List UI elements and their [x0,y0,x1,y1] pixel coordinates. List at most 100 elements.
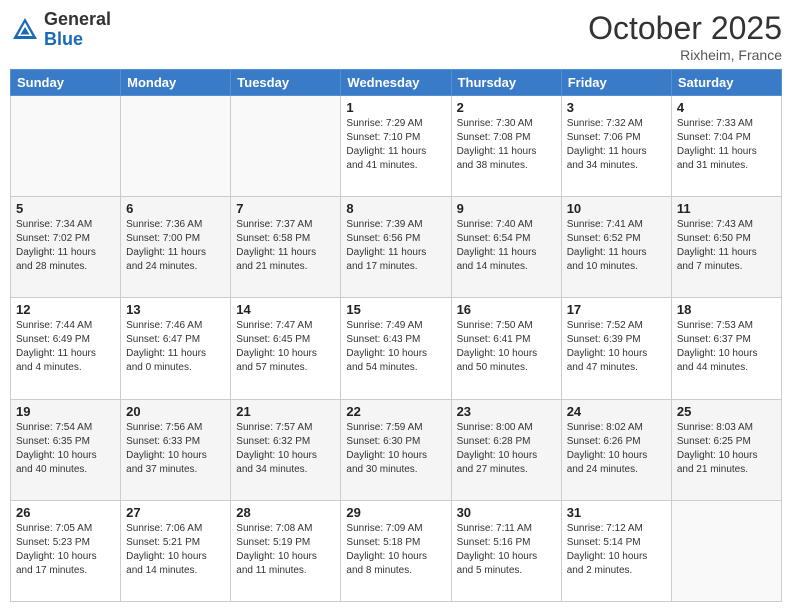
day-cell: 8 Sunrise: 7:39 AM Sunset: 6:56 PM Daylig… [341,197,451,298]
day-info: Sunrise: 7:36 AM Sunset: 7:00 PM Dayligh… [126,218,225,274]
day-info: Sunrise: 7:49 AM Sunset: 6:43 PM Dayligh… [346,319,445,375]
day-info: Sunrise: 7:12 AM Sunset: 5:14 PM Dayligh… [567,522,666,578]
day-cell: 4 Sunrise: 7:33 AM Sunset: 7:04 PM Daylig… [671,96,781,197]
logo-blue: Blue [44,29,83,49]
week-row-4: 19Sunrise: 7:54 AM Sunset: 6:35 PM Dayli… [11,399,782,500]
day-info: Sunrise: 7:08 AM Sunset: 5:19 PM Dayligh… [236,522,335,578]
day-info: Sunrise: 7:44 AM Sunset: 6:49 PM Dayligh… [16,319,115,375]
day-cell: 16 Sunrise: 7:50 AM Sunset: 6:41 PM Dayli… [451,298,561,399]
day-cell: 1Sunrise: 7:29 AM Sunset: 7:10 PM Daylig… [341,96,451,197]
week-row-5: 26Sunrise: 7:05 AM Sunset: 5:23 PM Dayli… [11,500,782,601]
header-friday: Friday [561,70,671,96]
day-info: Sunrise: 7:56 AM Sunset: 6:33 PM Dayligh… [126,421,225,477]
day-number: 3 [567,100,666,115]
day-number: 8 [346,201,445,216]
title-block: October 2025 Rixheim, France [588,10,782,63]
week-row-3: 12 Sunrise: 7:44 AM Sunset: 6:49 PM Dayli… [11,298,782,399]
day-number: 18 [677,302,776,317]
day-number: 17 [567,302,666,317]
day-number: 16 [457,302,556,317]
day-cell: 26Sunrise: 7:05 AM Sunset: 5:23 PM Dayli… [11,500,121,601]
day-info: Sunrise: 7:57 AM Sunset: 6:32 PM Dayligh… [236,421,335,477]
day-info: Sunrise: 7:09 AM Sunset: 5:18 PM Dayligh… [346,522,445,578]
day-info: Sunrise: 7:33 AM Sunset: 7:04 PM Dayligh… [677,117,776,173]
day-number: 22 [346,404,445,419]
day-cell: 28Sunrise: 7:08 AM Sunset: 5:19 PM Dayli… [231,500,341,601]
day-number: 21 [236,404,335,419]
day-info: Sunrise: 7:34 AM Sunset: 7:02 PM Dayligh… [16,218,115,274]
day-cell: 14Sunrise: 7:47 AM Sunset: 6:45 PM Dayli… [231,298,341,399]
day-cell: 15 Sunrise: 7:49 AM Sunset: 6:43 PM Dayli… [341,298,451,399]
day-number: 13 [126,302,225,317]
day-info: Sunrise: 7:32 AM Sunset: 7:06 PM Dayligh… [567,117,666,173]
day-cell: 27Sunrise: 7:06 AM Sunset: 5:21 PM Dayli… [121,500,231,601]
day-number: 10 [567,201,666,216]
day-info: Sunrise: 8:02 AM Sunset: 6:26 PM Dayligh… [567,421,666,477]
day-number: 25 [677,404,776,419]
day-info: Sunrise: 7:59 AM Sunset: 6:30 PM Dayligh… [346,421,445,477]
day-number: 24 [567,404,666,419]
day-info: Sunrise: 7:43 AM Sunset: 6:50 PM Dayligh… [677,218,776,274]
header-tuesday: Tuesday [231,70,341,96]
day-number: 12 [16,302,115,317]
day-number: 14 [236,302,335,317]
day-info: Sunrise: 7:53 AM Sunset: 6:37 PM Dayligh… [677,319,776,375]
month-year: October 2025 [588,10,782,47]
logo-text: General Blue [44,10,111,50]
day-number: 9 [457,201,556,216]
day-cell: 9Sunrise: 7:40 AM Sunset: 6:54 PM Daylig… [451,197,561,298]
day-number: 1 [346,100,445,115]
day-cell: 31Sunrise: 7:12 AM Sunset: 5:14 PM Dayli… [561,500,671,601]
day-info: Sunrise: 8:03 AM Sunset: 6:25 PM Dayligh… [677,421,776,477]
day-info: Sunrise: 7:30 AM Sunset: 7:08 PM Dayligh… [457,117,556,173]
day-cell: 30 Sunrise: 7:11 AM Sunset: 5:16 PM Dayli… [451,500,561,601]
day-number: 11 [677,201,776,216]
day-cell: 29 Sunrise: 7:09 AM Sunset: 5:18 PM Dayli… [341,500,451,601]
day-cell [121,96,231,197]
day-cell: 23 Sunrise: 8:00 AM Sunset: 6:28 PM Dayli… [451,399,561,500]
day-info: Sunrise: 8:00 AM Sunset: 6:28 PM Dayligh… [457,421,556,477]
day-info: Sunrise: 7:41 AM Sunset: 6:52 PM Dayligh… [567,218,666,274]
day-number: 15 [346,302,445,317]
day-cell: 5 Sunrise: 7:34 AM Sunset: 7:02 PM Daylig… [11,197,121,298]
day-cell [671,500,781,601]
day-info: Sunrise: 7:54 AM Sunset: 6:35 PM Dayligh… [16,421,115,477]
header-monday: Monday [121,70,231,96]
day-number: 5 [16,201,115,216]
day-cell: 3 Sunrise: 7:32 AM Sunset: 7:06 PM Daylig… [561,96,671,197]
day-number: 4 [677,100,776,115]
page-header: General Blue October 2025 Rixheim, Franc… [10,10,782,63]
day-number: 7 [236,201,335,216]
day-cell: 25 Sunrise: 8:03 AM Sunset: 6:25 PM Dayli… [671,399,781,500]
day-info: Sunrise: 7:46 AM Sunset: 6:47 PM Dayligh… [126,319,225,375]
day-cell: 18 Sunrise: 7:53 AM Sunset: 6:37 PM Dayli… [671,298,781,399]
day-cell: 19Sunrise: 7:54 AM Sunset: 6:35 PM Dayli… [11,399,121,500]
day-info: Sunrise: 7:11 AM Sunset: 5:16 PM Dayligh… [457,522,556,578]
header-thursday: Thursday [451,70,561,96]
day-number: 26 [16,505,115,520]
logo: General Blue [10,10,111,50]
day-cell: 11 Sunrise: 7:43 AM Sunset: 6:50 PM Dayli… [671,197,781,298]
calendar-page: General Blue October 2025 Rixheim, Franc… [0,0,792,612]
day-info: Sunrise: 7:50 AM Sunset: 6:41 PM Dayligh… [457,319,556,375]
day-cell: 7 Sunrise: 7:37 AM Sunset: 6:58 PM Daylig… [231,197,341,298]
weekday-header-row: Sunday Monday Tuesday Wednesday Thursday… [11,70,782,96]
day-info: Sunrise: 7:39 AM Sunset: 6:56 PM Dayligh… [346,218,445,274]
calendar-table: Sunday Monday Tuesday Wednesday Thursday… [10,69,782,602]
day-cell: 12 Sunrise: 7:44 AM Sunset: 6:49 PM Dayli… [11,298,121,399]
logo-icon [10,15,40,45]
day-number: 29 [346,505,445,520]
day-cell: 24 Sunrise: 8:02 AM Sunset: 6:26 PM Dayli… [561,399,671,500]
day-info: Sunrise: 7:37 AM Sunset: 6:58 PM Dayligh… [236,218,335,274]
day-info: Sunrise: 7:52 AM Sunset: 6:39 PM Dayligh… [567,319,666,375]
day-cell: 20Sunrise: 7:56 AM Sunset: 6:33 PM Dayli… [121,399,231,500]
day-cell: 17 Sunrise: 7:52 AM Sunset: 6:39 PM Dayli… [561,298,671,399]
day-cell [231,96,341,197]
day-number: 6 [126,201,225,216]
day-number: 2 [457,100,556,115]
location: Rixheim, France [588,47,782,63]
day-cell: 6 Sunrise: 7:36 AM Sunset: 7:00 PM Daylig… [121,197,231,298]
day-number: 30 [457,505,556,520]
header-saturday: Saturday [671,70,781,96]
day-number: 23 [457,404,556,419]
